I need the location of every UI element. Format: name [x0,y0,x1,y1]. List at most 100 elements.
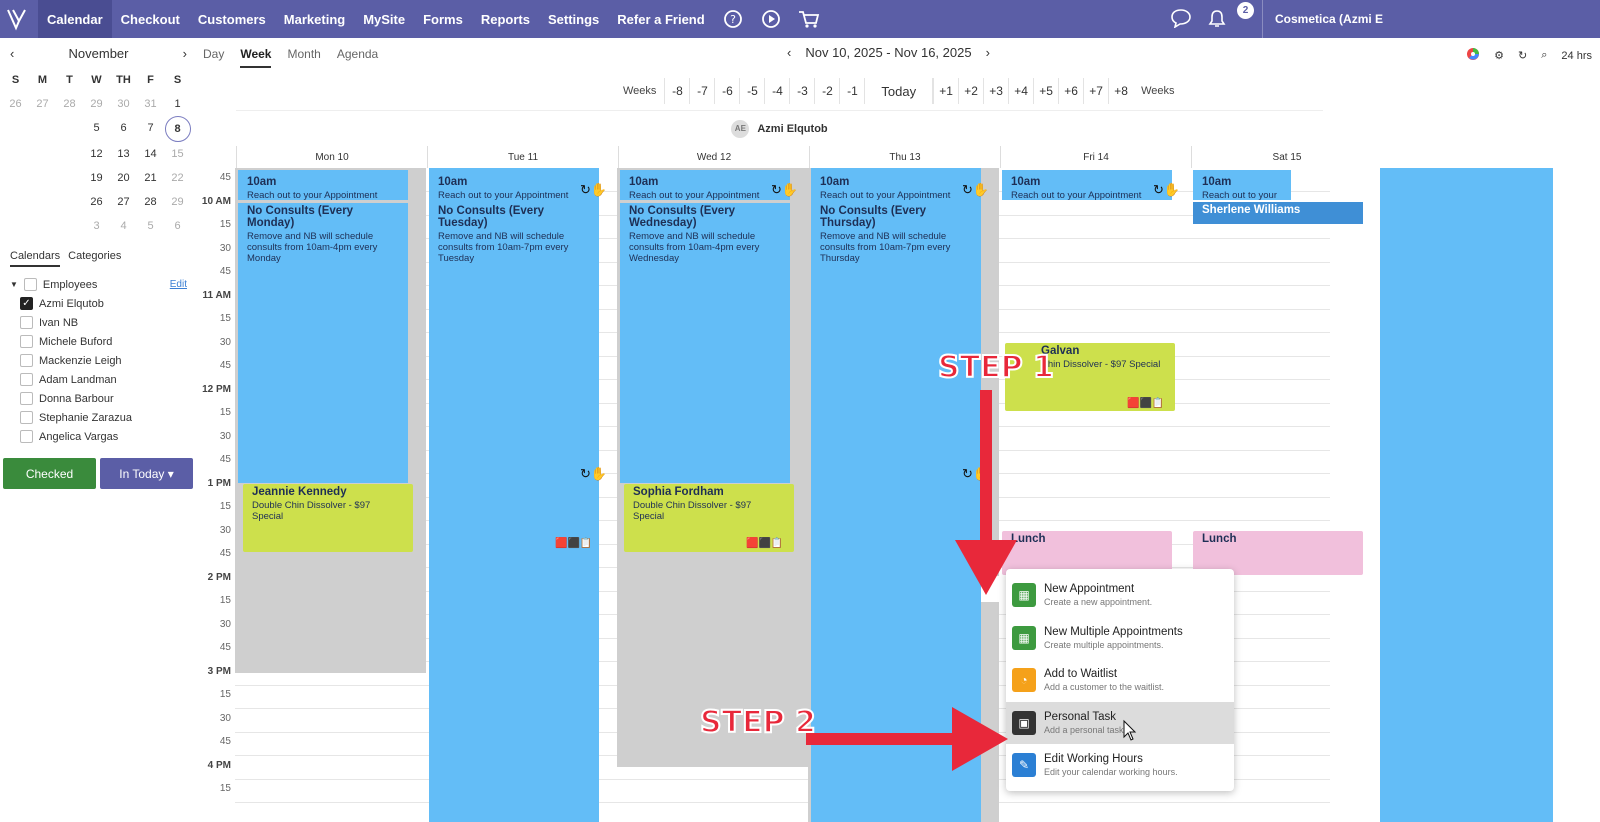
mini-day[interactable]: 19 [83,166,110,190]
day-header[interactable]: Sat 15 [1191,146,1382,168]
mini-day[interactable]: 29 [83,92,110,116]
hours-toggle[interactable]: 24 hrs [1561,50,1592,62]
mini-day[interactable]: 26 [2,92,29,116]
view-week[interactable]: Week [240,47,272,68]
week-offset-button[interactable]: -6 [714,78,739,104]
app-logo-icon[interactable] [0,0,38,38]
week-offset-button[interactable]: -3 [789,78,814,104]
employee-checkbox[interactable] [20,316,33,329]
week-grid[interactable]: 45 10 AM 15 30 45 11 AM 15 30 45 12 PM 15 30 45 1 PM 1… [197,168,1600,822]
week-offset-button[interactable]: -2 [814,78,839,104]
mini-day[interactable]: 31 [137,92,164,116]
mini-day[interactable]: 27 [29,92,56,116]
employee-item[interactable]: Donna Barbour [10,389,187,408]
prev-week-icon[interactable]: ‹ [787,45,791,60]
today-button[interactable]: Today [864,78,934,104]
mini-day[interactable]: 20 [110,166,137,190]
mini-day[interactable]: 7 [137,116,164,140]
bell-icon[interactable] [1207,8,1227,35]
event-no-consults-tue[interactable]: No Consults (Every Tuesday) Remove and NB… [429,203,599,822]
mini-day[interactable]: 26 [83,190,110,214]
week-offset-button[interactable]: -4 [764,78,789,104]
view-day[interactable]: Day [203,47,224,61]
week-offset-button[interactable]: +3 [983,78,1008,104]
top-event[interactable]: 10am Reach out to your Appointment [429,170,599,200]
top-event[interactable]: 10am Reach out to your Appointment [811,170,981,200]
week-offset-button[interactable]: -5 [739,78,764,104]
mini-day[interactable]: 28 [137,190,164,214]
mini-day[interactable]: 12 [83,142,110,166]
mini-day[interactable]: 22 [164,166,191,190]
mini-day[interactable]: 4 [110,214,137,238]
mini-day[interactable]: 21 [137,166,164,190]
mini-day[interactable]: 14 [137,142,164,166]
employee-item[interactable]: Stephanie Zarazua [10,408,187,427]
refresh-icon[interactable]: ↻ [1518,49,1527,62]
mini-day[interactable]: 27 [110,190,137,214]
employee-checkbox[interactable] [20,335,33,348]
play-icon[interactable] [760,8,782,30]
nav-reports[interactable]: Reports [472,0,539,38]
chat-icon[interactable] [1170,8,1192,33]
repeat-hand-icon[interactable]: ↻✋ [962,466,989,482]
tab-categories[interactable]: Categories [68,250,121,267]
top-event[interactable]: 10am Reach out to your Appointment [620,170,790,200]
account-menu[interactable]: Cosmetica (Azmi E [1262,0,1600,38]
week-offset-button[interactable]: +6 [1058,78,1083,104]
view-agenda[interactable]: Agenda [337,47,378,61]
employee-checkbox[interactable] [20,411,33,424]
menu-item-add-to-waitlist[interactable]: ◔ Add to Waitlist Add a customer to the wa… [1006,659,1234,701]
week-offset-button[interactable]: +1 [933,78,958,104]
employee-checkbox[interactable] [20,430,33,443]
week-offset-button[interactable]: +4 [1008,78,1033,104]
nav-marketing[interactable]: Marketing [275,0,354,38]
cart-icon[interactable] [798,8,820,30]
prev-month-icon[interactable]: ‹ [10,46,14,61]
employees-group[interactable]: ▼ Employees Edit [10,275,187,294]
repeat-hand-icon[interactable]: ↻✋ [1153,182,1180,198]
day-header[interactable]: Wed 12 [618,146,809,168]
nav-customers[interactable]: Customers [189,0,275,38]
menu-item-personal-task[interactable]: ▣ Personal Task Add a personal task. [1006,701,1234,744]
employee-checkbox[interactable] [20,392,33,405]
help-icon[interactable]: ? [722,8,744,30]
repeat-hand-icon[interactable]: ↻✋ [962,182,989,198]
day-header[interactable]: Tue 11 [427,146,618,168]
menu-item-new-multiple-appointments[interactable]: ▦ New Multiple Appointments Create multipl… [1006,617,1234,659]
week-offset-button[interactable]: -7 [689,78,714,104]
employee-checkbox[interactable] [20,354,33,367]
mini-day[interactable]: 8 [164,116,191,142]
week-offset-button[interactable]: +2 [958,78,983,104]
mini-day[interactable]: 13 [110,142,137,166]
mini-day[interactable]: 3 [83,214,110,238]
employees-checkbox[interactable] [23,278,37,291]
event-jeannie[interactable]: Jeannie Kennedy Double Chin Dissolver - $… [243,484,413,552]
employee-checkbox[interactable] [20,373,33,386]
settings-gear-icon[interactable]: ⚙ [1494,49,1504,62]
employee-item[interactable]: ✓ Azmi Elqutob [10,294,187,313]
week-offset-button[interactable]: -8 [664,78,689,104]
nav-forms[interactable]: Forms [414,0,472,38]
employee-item[interactable]: Adam Landman [10,370,187,389]
in-today-button[interactable]: In Today ▾ [100,458,193,489]
mini-day[interactable]: 30 [110,92,137,116]
menu-item-edit-working-hours[interactable]: ✎ Edit Working Hours Edit your calendar wo… [1006,744,1234,786]
event-no-consults-thu[interactable]: No Consults (Every Thursday) Remove and N… [811,203,981,822]
status-icons[interactable]: 🟥⬛📋 [555,538,592,549]
edit-link[interactable]: Edit [170,279,187,290]
employee-item[interactable]: Michele Buford [10,332,187,351]
day-header[interactable]: Thu 13 [809,146,1000,168]
search-icon[interactable]: ⌕ [1541,49,1547,62]
mini-day[interactable]: 15 [164,142,191,166]
repeat-hand-icon[interactable]: ↻✋ [771,182,798,198]
day-header[interactable]: Fri 14 [1000,146,1191,168]
mini-day[interactable]: 5 [83,116,110,140]
top-event[interactable]: 10am Reach out to your Appointment [1193,170,1291,200]
mini-day[interactable]: 29 [164,190,191,214]
nav-settings[interactable]: Settings [539,0,608,38]
employee-item[interactable]: Ivan NB [10,313,187,332]
week-offset-button[interactable]: +7 [1083,78,1108,104]
nav-refer-a-friend[interactable]: Refer a Friend [608,0,713,38]
week-offset-button[interactable]: +8 [1108,78,1133,104]
event-no-consults-wed[interactable]: No Consults (Every Wednesday) Remove and … [620,203,790,483]
